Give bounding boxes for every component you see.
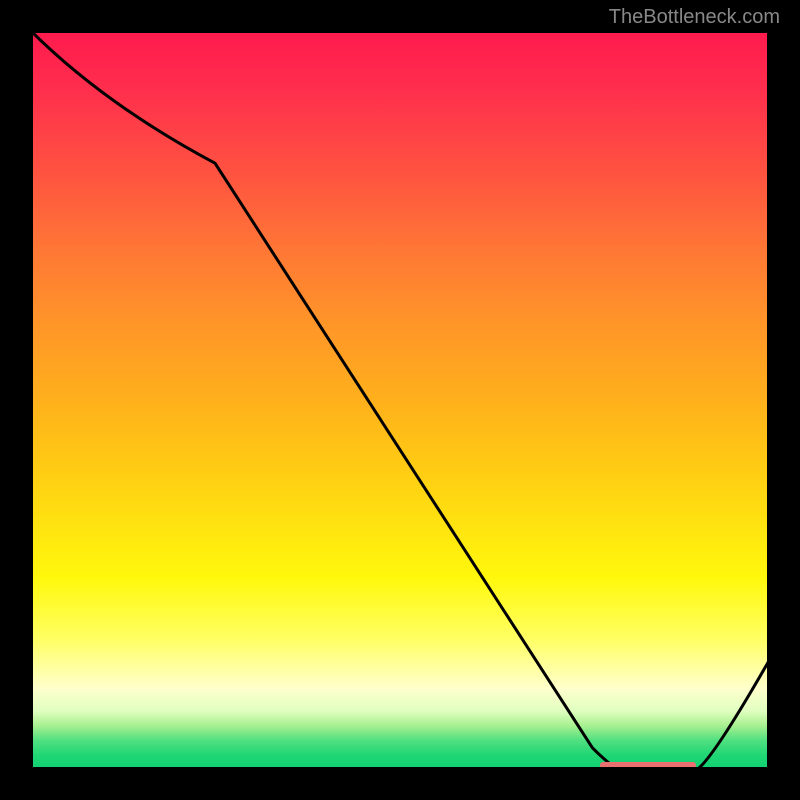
optimum-range-bar — [600, 762, 696, 769]
bottleneck-curve — [30, 30, 770, 770]
watermark-text: TheBottleneck.com — [609, 6, 780, 29]
line-chart-svg — [30, 30, 770, 770]
chart-area — [30, 30, 770, 770]
